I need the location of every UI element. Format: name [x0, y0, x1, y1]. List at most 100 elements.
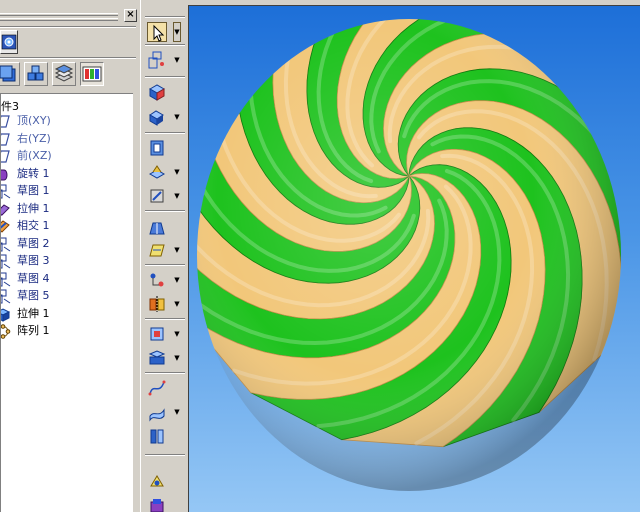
- sketch-icon: [1, 237, 11, 252]
- sketch-icon: [148, 51, 164, 69]
- chevron-down-icon[interactable]: ▼: [173, 328, 181, 340]
- round-tool-button[interactable]: [147, 162, 167, 182]
- curve-tool-button[interactable]: [147, 378, 167, 398]
- tree-item-label: 顶(XY): [17, 114, 51, 127]
- revolve-icon: [149, 110, 164, 126]
- sketch-tool-button[interactable]: [147, 50, 167, 70]
- thicken-tool-button[interactable]: [147, 348, 167, 368]
- plane-icon: [1, 149, 11, 164]
- hole-tool-button[interactable]: [147, 138, 167, 158]
- loft-tool-button[interactable]: [147, 218, 167, 238]
- part-tree-toggle-button[interactable]: [0, 30, 18, 54]
- material-tool-button[interactable]: [147, 496, 167, 512]
- chamfer-tool-button[interactable]: [147, 186, 167, 206]
- cursor-arrow-icon: [153, 24, 165, 42]
- stacked-parts-icon: [0, 65, 16, 82]
- intersect-icon: [1, 219, 11, 234]
- chamfer-icon: [150, 189, 164, 203]
- toolbar-separator: [145, 318, 185, 320]
- revolve-icon: [1, 167, 11, 182]
- chevron-down-icon[interactable]: ▼: [173, 22, 181, 42]
- material-icon: [150, 499, 164, 512]
- pattern-tool-button[interactable]: [147, 270, 167, 290]
- cubes-icon: [27, 65, 44, 81]
- shell-icon: [150, 327, 164, 341]
- tab-layers[interactable]: [52, 62, 76, 86]
- toolbar-separator: [145, 264, 185, 266]
- mirror-icon: [149, 296, 165, 312]
- sketch-icon: [1, 184, 11, 199]
- round-icon: [148, 165, 166, 179]
- extrude-icon: [148, 84, 166, 101]
- panel-titlebar[interactable]: ×: [0, 8, 140, 24]
- panel-grip-lower[interactable]: [0, 18, 118, 21]
- toolbar-separator: [145, 210, 185, 212]
- tree-item-label: 草图 3: [17, 254, 50, 267]
- chevron-down-icon[interactable]: ▼: [173, 244, 181, 256]
- assembly-icon: [1, 34, 17, 50]
- chevron-down-icon[interactable]: ▼: [173, 111, 181, 123]
- model-viewport[interactable]: [188, 5, 640, 512]
- chevron-down-icon[interactable]: ▼: [173, 54, 181, 66]
- chevron-down-icon[interactable]: ▼: [173, 190, 181, 202]
- chevron-down-icon[interactable]: ▼: [173, 406, 181, 418]
- pattern-icon: [1, 324, 11, 339]
- surface-icon: [149, 408, 165, 422]
- sketch-icon: [1, 289, 11, 304]
- extrude-tool-button[interactable]: [147, 82, 167, 102]
- pattern-icon: [150, 273, 164, 287]
- chevron-down-icon[interactable]: ▼: [173, 166, 181, 178]
- shell-tool-button[interactable]: [147, 324, 167, 344]
- loft-icon: [149, 222, 165, 235]
- tree-item-label: 草图 5: [17, 289, 50, 302]
- feature-panel: × 件3 顶(XY) 右(YZ) 前(XZ) 旋转 1 草图 1 拉伸 1 相交…: [0, 0, 140, 512]
- tree-scrollbar[interactable]: [133, 93, 140, 512]
- tab-display[interactable]: [80, 62, 104, 86]
- sketch-icon: [1, 254, 11, 269]
- chevron-down-icon[interactable]: ▼: [173, 274, 181, 286]
- toolbar-separator: [145, 44, 185, 46]
- tree-item-label: 前(XZ): [17, 149, 52, 162]
- feature-tree[interactable]: 件3 顶(XY) 右(YZ) 前(XZ) 旋转 1 草图 1 拉伸 1 相交 1 草图 2 草图…: [0, 93, 133, 512]
- feature-toolbar: ▼ ▼ ▼ ▼ ▼ ▼ ▼ ▼ ▼ ▼ ▼: [140, 0, 188, 512]
- tab-parts[interactable]: [0, 62, 20, 86]
- panel-divider: [0, 57, 136, 59]
- thicken-icon: [148, 350, 166, 365]
- extrude-icon: [1, 202, 11, 217]
- tab-assembly[interactable]: [24, 62, 48, 86]
- plane-tool-button[interactable]: [147, 240, 167, 260]
- view-tool-button[interactable]: [147, 472, 167, 492]
- tree-item-label: 草图 4: [17, 271, 50, 285]
- panel-tab-strip: [0, 60, 136, 88]
- revolve-tool-button[interactable]: [147, 107, 167, 127]
- tree-item-label: 拉伸 1: [17, 306, 50, 320]
- swirl-ball-model[interactable]: [189, 6, 640, 512]
- sketch-icon: [1, 272, 11, 287]
- chevron-down-icon[interactable]: ▼: [173, 298, 181, 310]
- tree-item-label: 草图 2: [17, 236, 50, 250]
- tree-item-label: 右(YZ): [17, 131, 51, 145]
- split-tool-button[interactable]: [147, 426, 167, 446]
- tree-root-label[interactable]: 件3: [1, 98, 19, 114]
- layers-icon: [54, 64, 74, 82]
- view-icon: [150, 475, 164, 487]
- surface-tool-button[interactable]: [147, 402, 167, 422]
- tree-item-label: 拉伸 1: [17, 201, 50, 215]
- hole-icon: [150, 140, 164, 156]
- panel-grip[interactable]: [0, 13, 118, 16]
- toolbar-separator: [145, 454, 185, 456]
- panel-close-button[interactable]: ×: [124, 9, 137, 22]
- tree-item-label: 相交 1: [17, 219, 50, 232]
- curve-icon: [148, 380, 166, 396]
- tree-item-label: 阵列 1: [17, 324, 50, 337]
- mirror-tool-button[interactable]: [147, 294, 167, 314]
- tree-item-label: 旋转 1: [17, 166, 50, 180]
- toolbar-separator: [145, 132, 185, 134]
- plane-icon: [1, 132, 11, 147]
- split-icon: [150, 429, 164, 444]
- chevron-down-icon[interactable]: ▼: [173, 352, 181, 364]
- toolbar-separator: [145, 76, 185, 78]
- select-tool-button[interactable]: [147, 22, 167, 42]
- color-display-icon: [82, 66, 102, 82]
- tree-item-label: 草图 1: [17, 184, 50, 197]
